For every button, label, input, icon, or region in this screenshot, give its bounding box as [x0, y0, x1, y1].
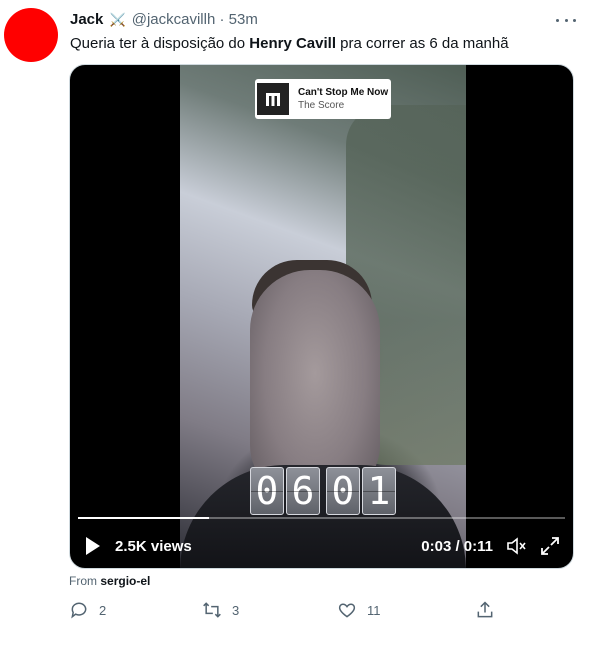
- music-title: Can't Stop Me Now: [298, 87, 389, 98]
- tweet-text-part: Queria ter à disposição do: [70, 35, 250, 52]
- share-icon: [477, 601, 493, 618]
- reply-count: 2: [99, 602, 107, 618]
- source-link[interactable]: sergio-el: [100, 574, 150, 588]
- video-player[interactable]: Can't Stop Me Now The Score 0 6 0 1 2.5K…: [69, 64, 574, 569]
- mute-icon[interactable]: [505, 535, 527, 557]
- like-count: 11: [367, 602, 381, 618]
- source-attribution: From sergio-el: [69, 574, 150, 588]
- view-count: 2.5K views: [115, 537, 192, 555]
- video-progress-fill: [78, 517, 210, 519]
- action-bar: 2 3 11: [69, 600, 499, 624]
- author-emoji: ⚔️: [109, 12, 126, 27]
- reply-button[interactable]: 2: [69, 600, 106, 620]
- video-controls: 2.5K views 0:03 / 0:11: [70, 531, 573, 561]
- flip-clock: 0 6 0 1: [250, 467, 398, 515]
- reply-icon: [71, 602, 87, 619]
- tweet-header: Jack ⚔️ @jackcavillh · 53m: [70, 10, 258, 30]
- timestamp[interactable]: 53m: [229, 11, 258, 28]
- tweet-text: Queria ter à disposição do Henry Cavill …: [70, 34, 509, 54]
- clock-digit: 1: [362, 467, 396, 515]
- tweet-text-bold: Henry Cavill: [249, 35, 336, 52]
- retweet-count: 3: [232, 602, 240, 618]
- avatar[interactable]: [4, 8, 58, 62]
- play-icon[interactable]: [85, 535, 105, 557]
- separator-dot: ·: [219, 11, 225, 28]
- music-album-icon: [257, 83, 289, 115]
- video-progress-bar[interactable]: [78, 517, 565, 519]
- author-name[interactable]: Jack: [70, 11, 103, 28]
- music-artist: The Score: [298, 100, 345, 111]
- like-icon: [338, 603, 356, 618]
- author-handle[interactable]: @jackcavillh: [132, 11, 216, 28]
- clock-digit: 6: [286, 467, 320, 515]
- fullscreen-icon[interactable]: [539, 535, 561, 557]
- timecode: 0:03 / 0:11: [421, 537, 493, 555]
- retweet-icon: [203, 602, 221, 618]
- more-icon[interactable]: [556, 12, 576, 28]
- music-sticker: Can't Stop Me Now The Score: [255, 79, 391, 119]
- share-button[interactable]: [475, 600, 495, 620]
- from-label: From: [69, 574, 97, 588]
- clock-digit: 0: [326, 467, 360, 515]
- like-button[interactable]: 11: [337, 600, 381, 620]
- tweet-text-part: pra correr as 6 da manhã: [336, 35, 509, 52]
- clock-digit: 0: [250, 467, 284, 515]
- retweet-button[interactable]: 3: [202, 600, 239, 620]
